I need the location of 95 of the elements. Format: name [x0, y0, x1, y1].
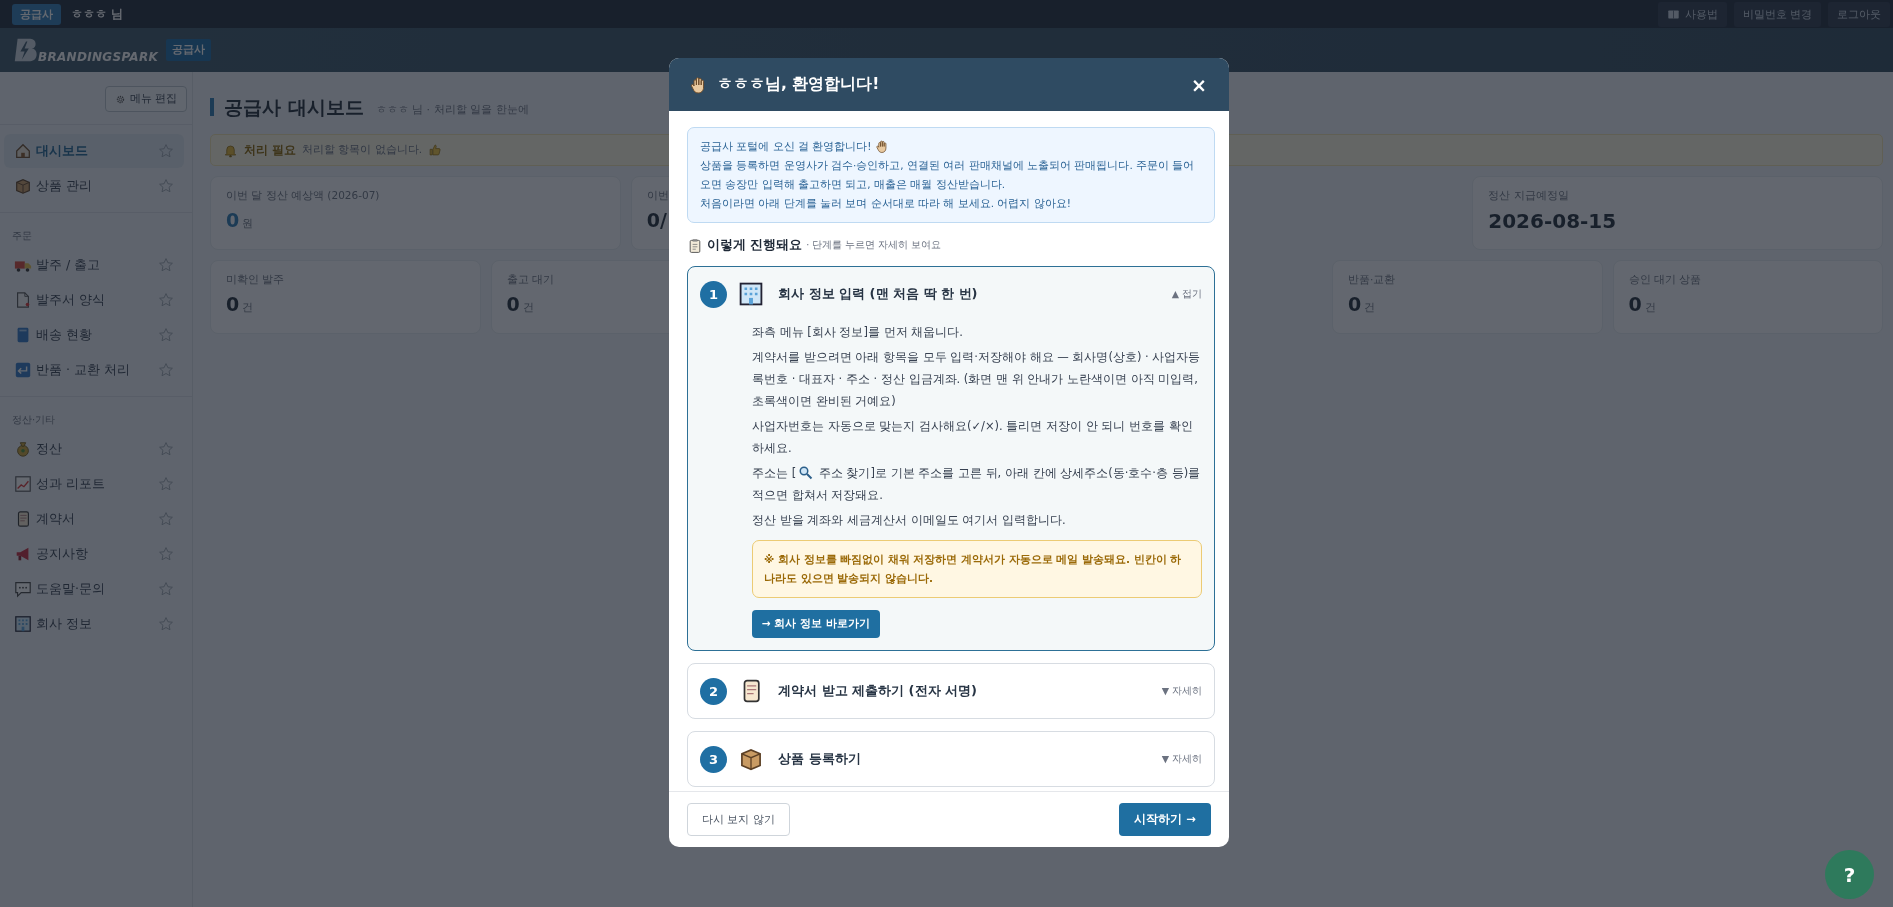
help-button[interactable]: ? [1825, 850, 1874, 899]
stat-value: 0/ [646, 209, 667, 231]
steps-hint: · 단계를 누르면 자세히 보여요 [806, 239, 942, 252]
page-title: 공급사 대시보드 [210, 98, 364, 116]
house-icon [14, 142, 32, 160]
intro-text: 공급사 포털에 오신 걸 환영합니다! [700, 139, 872, 154]
dont-show-again-button[interactable]: 다시 보지 않기 [687, 803, 790, 836]
star-icon [158, 292, 174, 308]
warning-note: ※ 회사 정보를 빠짐없이 채워 저장하면 계약서가 자동으로 메일 발송돼요. 빈칸이 하나라도 있으면 발송되지 않습니다. [752, 540, 1202, 598]
settings-icon [114, 93, 126, 105]
step-number: 3 [700, 745, 727, 773]
step-number: 2 [700, 677, 727, 705]
step-card[interactable]: 2 계약서 받고 제출하기 (전자 서명) ▼ 자세히 [687, 663, 1215, 719]
sidebar-item[interactable]: 도움말·문의 [4, 572, 184, 606]
role-badge: 공급사 [12, 3, 61, 25]
step-title: 회사 정보 입력 (맨 처음 딱 한 번) [778, 285, 979, 303]
menu-edit-button[interactable]: 메뉴 편집 [104, 86, 187, 112]
star-icon [158, 581, 174, 597]
chart-icon [14, 475, 32, 493]
money-bag-icon [14, 440, 32, 458]
stat-value: 0 [506, 293, 520, 315]
steps-heading: 이렇게 진행돼요 [707, 237, 803, 254]
stat-value: 0 [226, 209, 240, 231]
item-label: 성과 리포트 [36, 475, 106, 493]
star-icon [158, 257, 174, 273]
sidebar-item[interactable]: 발주서 양식 [4, 283, 184, 317]
star-icon [158, 362, 174, 378]
dialog-title: ㅎㅎㅎ님, 환영합니다! [717, 74, 881, 95]
step-title: 계약서 받고 제출하기 (전자 서명) [778, 682, 978, 700]
item-label: 회사 정보 [36, 615, 93, 633]
sidebar-item[interactable]: 공지사항 [4, 537, 184, 571]
step-text: 계약서를 받으려면 아래 항목을 모두 입력·저장해야 해요 — 회사명(상호) · 사업자등록번호 · 대표자 · 주소 · 정산 입금계좌. (화면 맨 위 안내가 노란색이면 아직 미입력, 초록색이면 완비된 거예요) [752, 349, 1202, 410]
sidebar-item[interactable]: 반품 · 교환 처리 [4, 353, 184, 387]
search-icon [798, 465, 814, 480]
sidebar-item[interactable]: 계약서 [4, 502, 184, 536]
stat-value: 0 [226, 293, 240, 315]
intro-text: 처음이라면 아래 단계를 눌러 보며 순서대로 따라 해 보세요. 어렵지 않아요! [700, 196, 1072, 211]
step-number: 1 [700, 280, 727, 308]
logo-text: BRANDINGSPARK [38, 50, 159, 64]
sidebar-item[interactable]: 성과 리포트 [4, 467, 184, 501]
step-text: 좌측 메뉴 [회사 정보]를 먼저 채웁니다. [752, 324, 964, 341]
sidebar-item[interactable]: 회사 정보 [4, 607, 184, 641]
bell-icon [223, 142, 238, 158]
item-label: 배송 현황 [36, 326, 93, 344]
logo-mark-icon [12, 36, 40, 64]
alert-title: 처리 필요 [244, 142, 296, 158]
building-icon [738, 281, 764, 307]
close-button[interactable]: × [1189, 73, 1209, 96]
item-label: 정산 [36, 440, 63, 458]
item-label: 상품 관리 [36, 177, 93, 195]
user-name: ㅎㅎㅎ 님 [71, 6, 123, 22]
step-text: 주소는 [ 주소 찾기]로 기본 주소를 고른 뒤, 아래 칸에 상세주소(동·호수·층 등)를 적으면 합쳐서 저장돼요. [752, 464, 1202, 504]
document-icon [14, 291, 32, 309]
start-button[interactable]: 시작하기 → [1119, 803, 1211, 836]
item-label: 공지사항 [36, 545, 89, 563]
star-icon [158, 616, 174, 632]
step-text: 사업자번호는 자동으로 맞는지 검사해요(✓/×). 틀리면 저장이 안 되니 번호를 확인하세요. [752, 418, 1194, 457]
thumbs-up-icon [428, 143, 443, 157]
sidebar-item[interactable]: 대시보드 [4, 134, 184, 168]
sidebar-item[interactable]: 상품 관리 [4, 169, 184, 203]
expand-toggle[interactable]: ▲ 접기 [1171, 287, 1202, 301]
step-title: 상품 등록하기 [778, 750, 862, 768]
clipboard-icon [687, 237, 703, 254]
star-icon [158, 327, 174, 343]
go-company-info-button[interactable]: → 회사 정보 바로가기 [752, 610, 880, 638]
star-icon [158, 178, 174, 194]
item-label: 발주 / 출고 [36, 256, 102, 274]
role-badge: 공급사 [166, 39, 212, 61]
item-label: 도움말·문의 [36, 580, 106, 598]
star-icon [158, 511, 174, 527]
step-card[interactable] [687, 266, 1215, 651]
star-icon [158, 546, 174, 562]
item-label: 반품 · 교환 처리 [36, 361, 131, 379]
step-text: 정산 받을 계좌와 세금계산서 이메일도 여기서 입력합니다. [752, 512, 1067, 529]
step-card[interactable]: 3 상품 등록하기 ▼ 자세히 [687, 731, 1215, 787]
item-label: 계약서 [36, 510, 76, 528]
speech-bubble-icon [14, 580, 32, 598]
item-label: 대시보드 [36, 142, 89, 160]
expand-toggle[interactable]: ▼ 자세히 [1161, 684, 1202, 698]
intro-text: 상품을 등록하면 운영사가 검수·승인하고, 연결된 여러 판매채널에 노출되어 판매됩니다. 주문이 들어오면 송장만 입력해 출고하면 되고, 매출은 매월 정산받습니다. [700, 158, 1196, 192]
return-icon [14, 361, 32, 379]
box-icon [14, 177, 32, 195]
box-icon [738, 746, 764, 772]
sidebar-item[interactable]: 발주 / 출고 [4, 248, 184, 282]
expand-toggle[interactable]: ▼ 자세히 [1161, 752, 1202, 766]
stat-value: 0 [1628, 293, 1642, 315]
sidebar-item[interactable]: 배송 현황 [4, 318, 184, 352]
stat-value: 0 [1348, 293, 1362, 315]
star-icon [158, 476, 174, 492]
star-icon [158, 441, 174, 457]
stat-value: 2026-08-15 [1488, 209, 1617, 233]
sidebar-item[interactable]: 정산 [4, 432, 184, 466]
building-icon [14, 615, 32, 633]
waving-hand-icon [874, 139, 890, 154]
item-label: 발주서 양식 [36, 291, 106, 309]
